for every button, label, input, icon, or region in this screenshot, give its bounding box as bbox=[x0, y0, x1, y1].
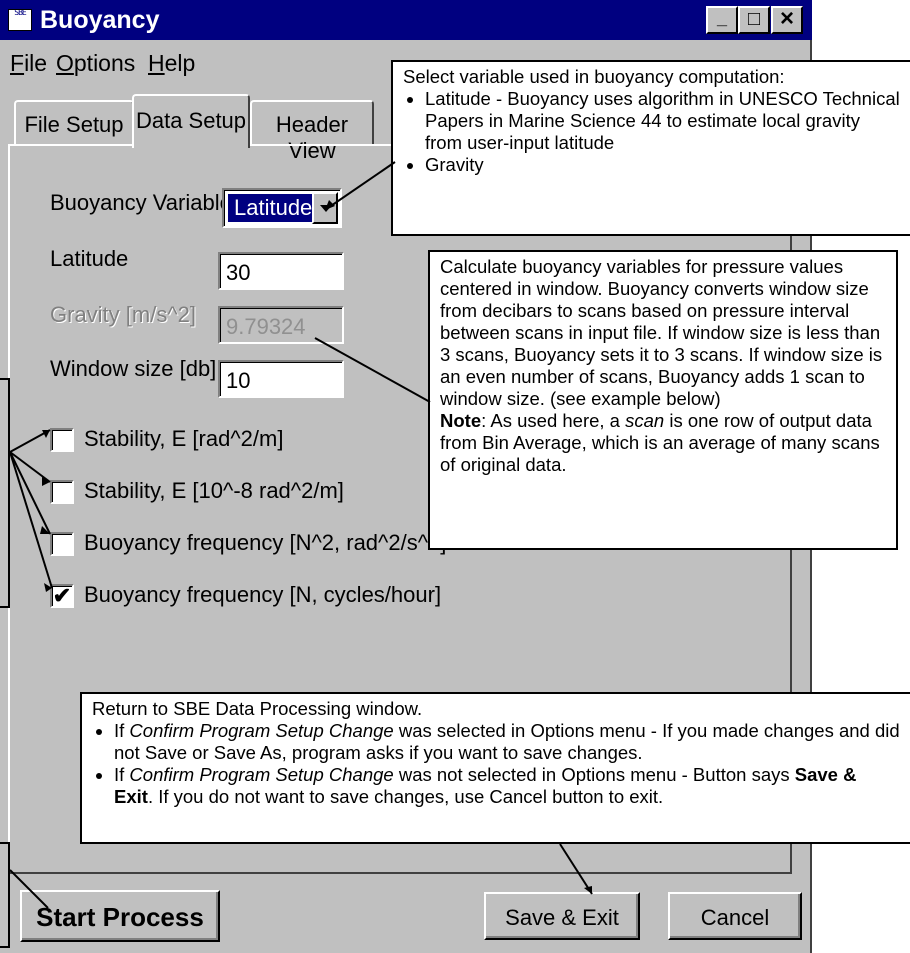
tab-data-setup[interactable]: Data Setup bbox=[132, 94, 250, 148]
save-item2-a: If bbox=[114, 764, 130, 785]
callout-window-size-text: Calculate buoyancy variables for pressur… bbox=[440, 256, 883, 409]
buoyancy-freq-n2-label: Buoyancy frequency [N^2, rad^2/s^2] bbox=[84, 530, 447, 555]
window-size-input[interactable]: 10 bbox=[218, 360, 344, 398]
save-item2-c: . If you do not want to save changes, us… bbox=[147, 786, 664, 807]
chevron-down-icon[interactable] bbox=[312, 192, 338, 224]
note-scan: scan bbox=[625, 410, 665, 431]
stability-e-checkbox[interactable] bbox=[50, 428, 74, 452]
stability-e-scaled-label: Stability, E [10^-8 rad^2/m] bbox=[84, 478, 344, 503]
menu-file[interactable]: File bbox=[10, 50, 47, 77]
note-label: Note bbox=[440, 410, 482, 431]
callout-buoyancy-variable: Select variable used in buoyancy computa… bbox=[391, 60, 910, 236]
left-bracket-start bbox=[0, 842, 10, 948]
callout-save-intro: Return to SBE Data Processing window. bbox=[92, 698, 423, 719]
buoyancy-variable-label: Buoyancy Variable bbox=[50, 190, 232, 215]
buoyancy-variable-select[interactable]: Latitude bbox=[222, 188, 342, 228]
app-icon: SBE bbox=[8, 9, 32, 31]
left-bracket-checkboxes bbox=[0, 378, 10, 608]
menu-file-mnemonic: F bbox=[10, 50, 25, 76]
menu-help[interactable]: Help bbox=[148, 50, 195, 77]
stability-e-label: Stability, E [rad^2/m] bbox=[84, 426, 284, 451]
callout-save-exit: Return to SBE Data Processing window. If… bbox=[80, 692, 910, 844]
latitude-label: Latitude bbox=[50, 246, 129, 271]
save-item2-italic: Confirm Program Setup Change bbox=[129, 764, 394, 785]
callout-variable-item-latitude: Latitude - Buoyancy uses algorithm in UN… bbox=[425, 88, 901, 154]
menu-file-label: ile bbox=[24, 50, 48, 76]
menu-help-label: elp bbox=[164, 50, 196, 76]
gravity-label: Gravity [m/s^2] bbox=[50, 302, 197, 327]
gravity-input: 9.79324 bbox=[218, 306, 344, 344]
save-exit-button[interactable]: Save & Exit bbox=[484, 892, 640, 940]
save-item1-italic: Confirm Program Setup Change bbox=[129, 720, 394, 741]
tab-header-view[interactable]: Header View bbox=[250, 100, 374, 163]
window-title: Buoyancy bbox=[40, 6, 160, 34]
buoyancy-freq-n-label: Buoyancy frequency [N, cycles/hour] bbox=[84, 582, 442, 607]
tab-file-setup[interactable]: File Setup bbox=[14, 100, 134, 146]
cancel-button[interactable]: Cancel bbox=[668, 892, 802, 940]
minimize-icon: _ bbox=[716, 8, 727, 28]
save-item2-b: was not selected in Options menu - Butto… bbox=[393, 764, 795, 785]
title-bar: SBE Buoyancy _ □ × bbox=[0, 0, 812, 40]
latitude-input[interactable]: 30 bbox=[218, 252, 344, 290]
menu-options[interactable]: Options bbox=[56, 50, 135, 77]
menu-help-mnemonic: H bbox=[148, 50, 165, 76]
window-size-label: Window size [db] bbox=[50, 356, 217, 381]
maximize-button[interactable]: □ bbox=[738, 6, 770, 34]
buoyancy-freq-n2-checkbox[interactable] bbox=[50, 532, 74, 556]
menu-options-mnemonic: O bbox=[56, 50, 74, 76]
minimize-button[interactable]: _ bbox=[706, 6, 738, 34]
callout-window-size-note: Note: As used here, a scan is one row of… bbox=[440, 410, 886, 476]
callout-save-item-2: If Confirm Program Setup Change was not … bbox=[114, 764, 900, 808]
note-text-1: : As used here, a bbox=[481, 410, 626, 431]
callout-variable-item-gravity: Gravity bbox=[425, 154, 901, 176]
close-button[interactable]: × bbox=[771, 6, 803, 34]
stability-e-scaled-checkbox[interactable] bbox=[50, 480, 74, 504]
start-process-button[interactable]: Start Process bbox=[20, 890, 220, 942]
close-icon: × bbox=[779, 5, 794, 32]
callout-window-size: Calculate buoyancy variables for pressur… bbox=[428, 250, 898, 550]
buoyancy-freq-n-checkbox[interactable]: ✔ bbox=[50, 584, 74, 608]
buoyancy-variable-value: Latitude bbox=[228, 194, 319, 222]
callout-variable-intro: Select variable used in buoyancy computa… bbox=[403, 66, 785, 87]
menu-options-label: ptions bbox=[73, 50, 136, 76]
callout-save-item-1: If Confirm Program Setup Change was sele… bbox=[114, 720, 900, 764]
maximize-icon: □ bbox=[747, 8, 761, 30]
save-item1-a: If bbox=[114, 720, 130, 741]
